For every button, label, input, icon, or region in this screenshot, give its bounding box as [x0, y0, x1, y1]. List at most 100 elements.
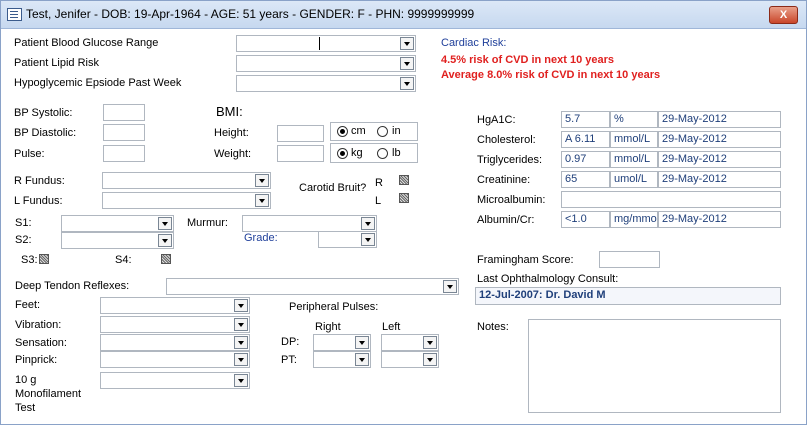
- s2-combo[interactable]: [61, 232, 174, 249]
- monofilament-label-2: Monofilament: [15, 388, 82, 400]
- chevron-down-icon[interactable]: [423, 353, 437, 366]
- dtr-combo[interactable]: [166, 278, 459, 295]
- s4-checkbox[interactable]: [161, 254, 171, 264]
- pulse-field[interactable]: [103, 145, 145, 162]
- weight-unit-group: kg lb: [330, 143, 418, 163]
- in-radio[interactable]: [377, 126, 388, 137]
- chevron-down-icon[interactable]: [400, 77, 414, 90]
- ophthalmology-value: 12-Jul-2007: Dr. David M: [479, 289, 606, 301]
- notes-label: Notes:: [477, 321, 509, 333]
- grade-label: Grade:: [244, 232, 278, 244]
- pt-label: PT:: [281, 354, 297, 366]
- sensation-combo[interactable]: [100, 334, 250, 351]
- notes-field[interactable]: [528, 319, 781, 413]
- lab-unit: mg/mmol: [610, 211, 658, 228]
- chevron-down-icon[interactable]: [158, 217, 172, 230]
- s1-combo[interactable]: [61, 215, 174, 232]
- carotid-r-checkbox[interactable]: [399, 175, 409, 185]
- l-fundus-combo[interactable]: [102, 192, 271, 209]
- vibration-combo[interactable]: [100, 316, 250, 333]
- chevron-down-icon[interactable]: [400, 57, 414, 70]
- dp-right-combo[interactable]: [313, 334, 371, 351]
- in-label: in: [392, 125, 401, 137]
- cardiac-risk-line2: Average 8.0% risk of CVD in next 10 year…: [441, 69, 661, 81]
- chevron-down-icon[interactable]: [443, 280, 457, 293]
- bp-diastolic-field[interactable]: [103, 124, 145, 141]
- patient-window: Test, Jenifer - DOB: 19-Apr-1964 - AGE: …: [0, 0, 807, 425]
- feet-combo[interactable]: [100, 297, 250, 314]
- chevron-down-icon[interactable]: [361, 233, 375, 246]
- chevron-down-icon[interactable]: [234, 374, 248, 387]
- glucose-range-combo[interactable]: [236, 35, 416, 52]
- lb-radio[interactable]: [377, 148, 388, 159]
- grade-combo[interactable]: [318, 231, 377, 248]
- lab-value[interactable]: A 6.11: [561, 131, 610, 148]
- murmur-combo[interactable]: [242, 215, 377, 232]
- chevron-down-icon[interactable]: [355, 353, 369, 366]
- monofilament-label-3: Test: [15, 402, 36, 414]
- dp-label: DP:: [281, 336, 300, 348]
- bp-systolic-field[interactable]: [103, 104, 145, 121]
- pt-right-combo[interactable]: [313, 351, 371, 368]
- lab-name: Creatinine:: [477, 174, 531, 186]
- chevron-down-icon[interactable]: [234, 353, 248, 366]
- chevron-down-icon[interactable]: [234, 318, 248, 331]
- lipid-risk-combo[interactable]: [236, 55, 416, 72]
- lab-value[interactable]: 65: [561, 171, 610, 188]
- chevron-down-icon[interactable]: [234, 299, 248, 312]
- lab-date: 29-May-2012: [658, 151, 781, 168]
- lab-value[interactable]: 0.97: [561, 151, 610, 168]
- chevron-down-icon[interactable]: [255, 194, 269, 207]
- chevron-down-icon[interactable]: [361, 217, 375, 230]
- carotid-l-label: L: [375, 195, 382, 207]
- ophthalmology-field[interactable]: 12-Jul-2007: Dr. David M: [475, 287, 781, 305]
- lab-date: 29-May-2012: [658, 171, 781, 188]
- chevron-down-icon[interactable]: [355, 336, 369, 349]
- chevron-down-icon[interactable]: [158, 234, 172, 247]
- dp-left-combo[interactable]: [381, 334, 439, 351]
- lab-unit: %: [610, 111, 658, 128]
- pulses-left-label: Left: [382, 321, 401, 333]
- s4-label: S4:: [115, 254, 132, 266]
- chevron-down-icon[interactable]: [255, 174, 269, 187]
- vibration-label: Vibration:: [15, 319, 62, 331]
- framingham-field[interactable]: [599, 251, 660, 268]
- bp-diastolic-label: BP Diastolic:: [14, 127, 77, 139]
- lb-label: lb: [392, 147, 401, 159]
- hypoglycemic-combo[interactable]: [236, 75, 416, 92]
- lab-value[interactable]: <1.0: [561, 211, 610, 228]
- weight-field[interactable]: [277, 145, 324, 162]
- pulse-label: Pulse:: [14, 148, 45, 160]
- cm-radio[interactable]: [337, 126, 348, 137]
- monofilament-combo[interactable]: [100, 372, 250, 389]
- text-cursor: [319, 37, 320, 50]
- form-icon: [7, 8, 22, 21]
- lab-value[interactable]: [561, 191, 781, 208]
- height-unit-group: cm in: [330, 122, 418, 141]
- chevron-down-icon[interactable]: [423, 336, 437, 349]
- lab-name: Microalbumin:: [477, 194, 546, 206]
- chevron-down-icon[interactable]: [234, 336, 248, 349]
- r-fundus-combo[interactable]: [102, 172, 271, 189]
- lab-name: Triglycerides:: [477, 154, 542, 166]
- lab-unit: mmol/L: [610, 151, 658, 168]
- form-body: Patient Blood Glucose Range Patient Lipi…: [5, 29, 802, 421]
- lab-name: HgA1C:: [477, 114, 516, 126]
- kg-radio[interactable]: [337, 148, 348, 159]
- s2-label: S2:: [15, 234, 32, 246]
- chevron-down-icon[interactable]: [400, 37, 414, 50]
- sensation-label: Sensation:: [15, 337, 67, 349]
- pt-left-combo[interactable]: [381, 351, 439, 368]
- hypoglycemic-label: Hypoglycemic Epsiode Past Week: [14, 77, 182, 89]
- lab-value[interactable]: 5.7: [561, 111, 610, 128]
- title-bar[interactable]: Test, Jenifer - DOB: 19-Apr-1964 - AGE: …: [1, 1, 806, 29]
- pinprick-combo[interactable]: [100, 351, 250, 368]
- height-field[interactable]: [277, 125, 324, 142]
- s3-checkbox[interactable]: [39, 254, 49, 264]
- framingham-label: Framingham Score:: [477, 254, 574, 266]
- s3-label: S3:: [21, 254, 38, 266]
- close-button[interactable]: X: [769, 6, 798, 24]
- carotid-l-checkbox[interactable]: [399, 193, 409, 203]
- weight-label: Weight:: [214, 148, 252, 160]
- lipid-risk-label: Patient Lipid Risk: [14, 57, 99, 69]
